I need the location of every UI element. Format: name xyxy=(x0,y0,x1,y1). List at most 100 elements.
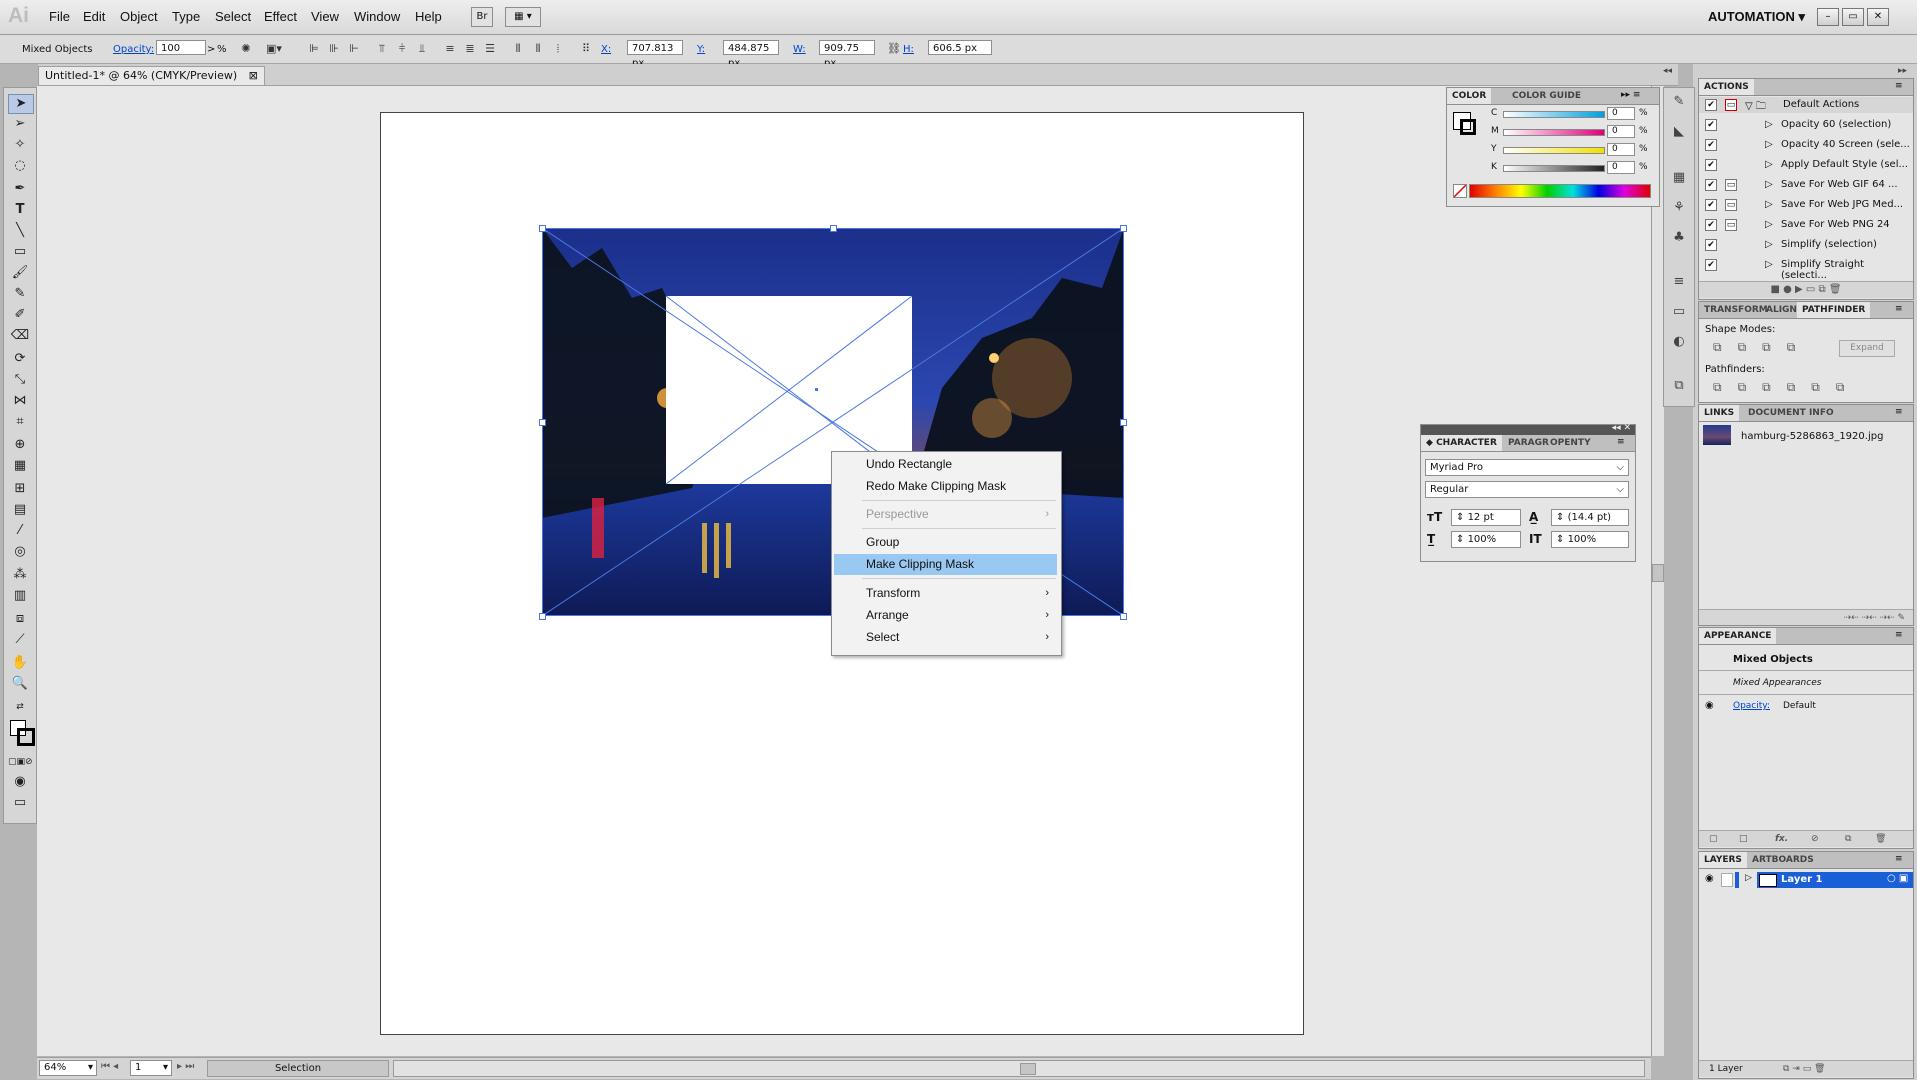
blob-brush-tool-icon[interactable]: ✐ xyxy=(8,306,32,324)
menu-effect[interactable]: Effect xyxy=(264,9,297,24)
action-row[interactable]: ✔ ▷ Opacity 40 Screen (sele... xyxy=(1699,135,1913,155)
hand-tool-icon[interactable]: ✋ xyxy=(8,654,32,672)
pen-tool-icon[interactable]: ✒ xyxy=(8,180,32,198)
tab-align[interactable]: ALIGN xyxy=(1761,302,1802,318)
transparency-icon[interactable]: ◐ xyxy=(1668,334,1690,349)
reference-point-icon[interactable]: ⠿ xyxy=(578,42,594,56)
collapse-dock-icon[interactable]: ◂◂ xyxy=(1663,66,1687,80)
scale-tool-icon[interactable]: ⤡ xyxy=(8,371,32,389)
layer-row[interactable]: ◉ ▷ Layer 1 ○ ▣ xyxy=(1699,872,1913,888)
channel-y-slider[interactable] xyxy=(1503,147,1605,154)
symbols-icon[interactable]: ⚘ xyxy=(1668,200,1690,215)
slice-tool-icon[interactable]: ⟋ xyxy=(8,631,32,649)
align-center-icon[interactable]: ⊪ xyxy=(326,42,342,56)
gradient-icon[interactable]: ▭ xyxy=(1668,304,1690,319)
w-input[interactable]: 909.75 px xyxy=(819,40,875,69)
tab-artboards[interactable]: ARTBOARDS xyxy=(1747,852,1819,868)
tab-opentype[interactable]: OPENTY xyxy=(1545,435,1596,451)
distribute-bottom-icon[interactable]: ☰ xyxy=(482,42,498,56)
shape-mode-buttons[interactable]: ⧉⧉⧉⧉ xyxy=(1713,340,1811,355)
panel-menu-icon[interactable]: ≡ xyxy=(1895,304,1903,314)
panel-close-icon[interactable]: ◂◂ ✕ xyxy=(1612,423,1631,433)
screen-mode-icon[interactable]: ▭ xyxy=(8,794,32,812)
menu-type[interactable]: Type xyxy=(172,9,200,24)
selection-handle[interactable] xyxy=(1120,225,1127,232)
font-size-input[interactable]: ⇕ 12 pt xyxy=(1451,509,1521,526)
add-fill-icon[interactable]: □ xyxy=(1739,831,1748,847)
expand-triangle-icon[interactable]: ▷ xyxy=(1765,219,1773,230)
channel-m-slider[interactable] xyxy=(1503,129,1605,136)
recolor-icon[interactable]: ✺ xyxy=(238,42,254,56)
toggle-check-icon[interactable]: ✔ xyxy=(1705,179,1717,191)
panel-menu-icon[interactable]: ≡ xyxy=(1617,437,1625,447)
paintbrush-tool-icon[interactable]: 🖌 xyxy=(8,264,32,282)
font-style-select[interactable]: Regular ⌵ xyxy=(1425,481,1629,498)
align-middle-icon[interactable]: ⫩ xyxy=(394,42,410,56)
color-spectrum[interactable] xyxy=(1469,184,1651,198)
swap-colors-icon[interactable]: ⇄ xyxy=(8,698,32,716)
fx-button[interactable]: fx. xyxy=(1775,831,1788,847)
visibility-eye-icon[interactable]: ◉ xyxy=(1705,700,1714,711)
shape-builder-tool-icon[interactable]: ⊕ xyxy=(8,436,32,454)
dialog-toggle-icon[interactable]: ▭ xyxy=(1725,199,1737,211)
ctx-select[interactable]: Select › xyxy=(834,627,1057,648)
dialog-toggle-icon[interactable]: ▭ xyxy=(1725,219,1737,231)
toggle-check-icon[interactable]: ✔ xyxy=(1705,259,1717,271)
stroke-icon[interactable]: ≡ xyxy=(1668,274,1690,289)
tab-document-info[interactable]: DOCUMENT INFO xyxy=(1743,405,1839,421)
color-mode-icons[interactable]: ▢▣⊘ xyxy=(8,753,33,771)
clear-appearance-icon[interactable]: ⊘ xyxy=(1811,831,1819,847)
toggle-check-icon[interactable]: ✔ xyxy=(1705,99,1717,111)
ctx-make-clipping-mask[interactable]: Make Clipping Mask xyxy=(834,554,1057,575)
x-label[interactable]: X: xyxy=(601,44,611,55)
menu-select[interactable]: Select xyxy=(215,9,251,24)
add-stroke-icon[interactable]: ▢ xyxy=(1709,831,1718,847)
draw-mode-icon[interactable]: ◉ xyxy=(8,773,32,791)
expand-triangle-icon[interactable]: ▽ 🗀 xyxy=(1745,99,1766,116)
layers-footer-buttons[interactable]: ⧉ ⇥ ▭ 🗑 xyxy=(1783,1061,1825,1077)
club-icon[interactable]: ♣ xyxy=(1668,230,1690,245)
selection-handle[interactable] xyxy=(539,419,546,426)
zoom-select[interactable]: 64% ▾ xyxy=(39,1060,97,1076)
blend-tool-icon[interactable]: ◎ xyxy=(8,543,32,561)
expand-triangle-icon[interactable]: ▷ xyxy=(1765,179,1773,190)
ctx-arrange[interactable]: Arrange › xyxy=(834,605,1057,626)
tab-character[interactable]: ◆ CHARACTER xyxy=(1421,435,1502,451)
channel-k-input[interactable]: 0 xyxy=(1607,161,1635,174)
toggle-check-icon[interactable]: ✔ xyxy=(1705,239,1717,251)
rotate-tool-icon[interactable]: ⟳ xyxy=(8,350,32,368)
pathfinder-buttons[interactable]: ⧉⧉⧉⧉⧉⧉ xyxy=(1713,380,1860,395)
workspace-switcher[interactable]: AUTOMATION ▾ xyxy=(1708,9,1805,25)
y-input[interactable]: 484.875 px xyxy=(723,40,779,69)
channel-c-slider[interactable] xyxy=(1503,111,1605,118)
actions-footer-controls[interactable]: ■ ● ▶ ▭ ⧉ 🗑 xyxy=(1699,281,1913,298)
menu-help[interactable]: Help xyxy=(415,9,442,24)
selection-handle[interactable] xyxy=(1120,613,1127,620)
panel-menu-icon[interactable]: ≡ xyxy=(1895,630,1903,640)
distribute-hcenter-icon[interactable]: ⫴ xyxy=(530,42,546,56)
eraser-tool-icon[interactable]: ⌫ xyxy=(8,327,32,345)
toggle-check-icon[interactable]: ✔ xyxy=(1705,199,1717,211)
menu-view[interactable]: View xyxy=(311,9,339,24)
align-top-icon[interactable]: ⫪ xyxy=(374,42,390,56)
horizontal-scrollbar[interactable] xyxy=(393,1060,1645,1077)
channel-m-input[interactable]: 0 xyxy=(1607,125,1635,138)
rectangle-tool-icon[interactable]: ▭ xyxy=(8,243,32,261)
tab-color[interactable]: COLOR xyxy=(1447,88,1492,104)
align-bottom-icon[interactable]: ⫫ xyxy=(414,42,430,56)
expand-triangle-icon[interactable]: ▷ xyxy=(1765,239,1773,250)
align-right-icon[interactable]: ⊩ xyxy=(346,42,362,56)
align-to-icon[interactable]: ▣▾ xyxy=(266,42,282,56)
channel-k-slider[interactable] xyxy=(1503,165,1605,172)
menu-object[interactable]: Object xyxy=(120,9,158,24)
arrange-documents-button[interactable]: ▦ ▾ xyxy=(505,7,541,27)
dialog-toggle-icon[interactable]: ▭ xyxy=(1725,179,1737,191)
first-page-icon[interactable]: ⏮ ◂ xyxy=(101,1061,118,1072)
magic-wand-tool-icon[interactable]: ✧ xyxy=(8,136,32,154)
linked-file-name[interactable]: hamburg-5286863_1920.jpg xyxy=(1741,431,1883,442)
h-input[interactable]: 606.5 px xyxy=(928,40,992,55)
scroll-thumb[interactable] xyxy=(1020,1063,1036,1075)
minimize-button[interactable]: – xyxy=(1817,8,1839,26)
x-input[interactable]: 707.813 px xyxy=(627,40,683,69)
w-label[interactable]: W: xyxy=(793,44,806,55)
